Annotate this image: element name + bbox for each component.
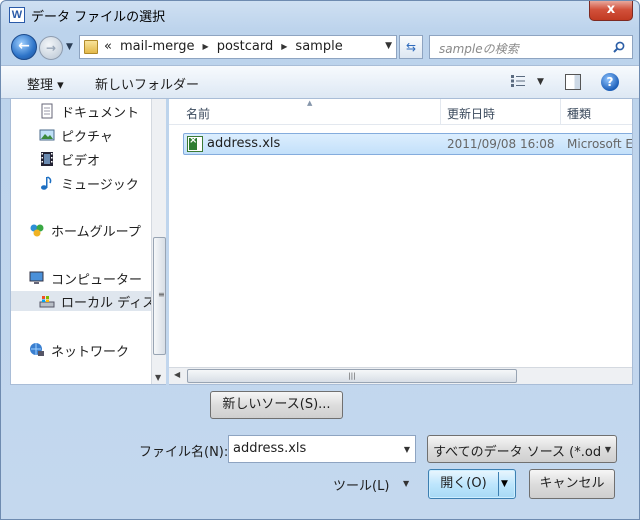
split-divider (498, 472, 499, 496)
recent-locations-dropdown[interactable]: ▼ (66, 42, 73, 52)
breadcrumb-item-postcard[interactable]: postcard (217, 39, 274, 54)
column-header-type[interactable]: 種類 (567, 105, 591, 122)
file-type: Microsoft Ex (567, 137, 633, 151)
sidebar-item-label: コンピューター (51, 272, 143, 288)
help-icon[interactable]: ? (601, 73, 619, 91)
sidebar-item-computer[interactable]: コンピューター (29, 268, 166, 288)
search-icon (613, 41, 625, 53)
music-icon (41, 176, 52, 190)
open-button-label: 開く(O) (440, 476, 487, 491)
local-disk-icon (39, 296, 55, 308)
network-icon (30, 343, 44, 356)
scrollbar-thumb[interactable]: ||| (187, 369, 517, 383)
file-name: address.xls (207, 136, 281, 151)
sidebar-item-label: ピクチャ (61, 129, 113, 145)
breadcrumb-item-mail-merge[interactable]: mail-merge (120, 39, 195, 54)
preview-pane-icon[interactable] (565, 74, 581, 90)
sidebar-item-pictures[interactable]: ピクチャ (39, 125, 166, 145)
document-icon (41, 103, 53, 119)
search-placeholder: sampleの検索 (439, 42, 519, 56)
sidebar-item-homegroup[interactable]: ホームグループ (29, 220, 166, 240)
folder-icon (84, 40, 98, 54)
address-dropdown-icon[interactable]: ▼ (385, 41, 392, 51)
sort-ascending-icon: ▲ (307, 99, 313, 107)
column-divider[interactable] (560, 99, 561, 125)
forward-button[interactable]: → (39, 36, 63, 60)
back-button[interactable]: ← (11, 34, 37, 60)
column-header-row: ▲ 名前 更新日時 種類 (169, 99, 632, 125)
picture-icon (39, 129, 55, 141)
sidebar-item-documents[interactable]: ドキュメント (39, 101, 166, 121)
tools-menu[interactable]: ツール(L) (333, 475, 389, 494)
word-app-icon: W (9, 7, 25, 23)
breadcrumb-item-sample[interactable]: sample (295, 39, 342, 54)
refresh-icon: ⇆ (405, 40, 417, 54)
filter-value: すべてのデータ ソース (*.odc (433, 445, 601, 460)
close-button[interactable]: x (589, 1, 633, 21)
column-divider[interactable] (440, 99, 441, 125)
view-options-dropdown-icon[interactable]: ▼ (537, 77, 544, 87)
sidebar-item-label: ドキュメント (61, 105, 140, 121)
filename-value: address.xls (233, 441, 307, 456)
scrollbar-thumb[interactable]: ≡ (153, 237, 166, 355)
filename-label: ファイル名(N): (139, 445, 229, 460)
breadcrumb-separator-icon[interactable]: ▶ (203, 42, 209, 51)
video-icon (41, 152, 53, 166)
organize-button[interactable]: 整理 ▾ (27, 74, 64, 93)
scroll-left-icon[interactable]: ◀ (174, 370, 180, 379)
horizontal-scrollbar[interactable]: ◀ ||| (169, 367, 632, 384)
open-button[interactable]: 開く(O) ▼ (428, 469, 516, 499)
sidebar-item-local-disk[interactable]: ローカル ディスク (11, 291, 166, 311)
file-list: ▲ 名前 更新日時 種類 address.xls 2011/09/08 16:0… (169, 99, 633, 385)
file-modified: 2011/09/08 16:08 (447, 137, 555, 151)
breadcrumb: « mail-merge ▶ postcard ▶ sample (104, 39, 343, 54)
sidebar-item-music[interactable]: ミュージック (39, 173, 166, 193)
column-header-modified[interactable]: 更新日時 (447, 105, 495, 122)
search-input[interactable]: sampleの検索 (429, 35, 633, 59)
command-bar: 整理 ▾ 新しいフォルダー ▼ ? (1, 65, 639, 99)
chevron-down-icon[interactable]: ▼ (404, 445, 410, 454)
sidebar-item-label: ミュージック (61, 177, 139, 193)
file-type-filter[interactable]: すべてのデータ ソース (*.odc ▼ (427, 435, 617, 463)
scroll-down-icon[interactable]: ▼ (155, 373, 161, 382)
navigation-scrollbar[interactable]: ≡ ▼ (151, 99, 166, 384)
navigation-pane: ドキュメント ピクチャ ビデオ ミュージック ホームグループ コンピューター ロ… (10, 99, 166, 385)
breadcrumb-overflow[interactable]: « (104, 39, 112, 54)
sidebar-item-videos[interactable]: ビデオ (39, 149, 166, 169)
breadcrumb-separator-icon[interactable]: ▶ (281, 42, 287, 51)
chevron-down-icon[interactable]: ▼ (605, 445, 611, 454)
new-folder-button[interactable]: 新しいフォルダー (95, 74, 199, 93)
file-row[interactable]: address.xls 2011/09/08 16:08 Microsoft E… (183, 133, 633, 155)
homegroup-icon (30, 224, 44, 237)
sidebar-item-network[interactable]: ネットワーク (29, 340, 166, 360)
refresh-button[interactable]: ⇆ (399, 35, 423, 59)
filename-field[interactable]: address.xls ▼ (228, 435, 416, 463)
new-source-button[interactable]: 新しいソース(S)... (210, 391, 343, 419)
cancel-button[interactable]: キャンセル (529, 469, 615, 499)
excel-file-icon (187, 135, 203, 152)
title-bar: W データ ファイルの選択 x (1, 1, 639, 29)
navigation-bar: ← → ▼ « mail-merge ▶ postcard ▶ sample ▼… (1, 31, 639, 63)
address-bar[interactable]: « mail-merge ▶ postcard ▶ sample ▼ (79, 35, 397, 59)
sidebar-item-label: ネットワーク (51, 344, 130, 360)
sidebar-item-label: ビデオ (61, 153, 101, 169)
computer-icon (29, 271, 44, 284)
view-options-icon[interactable] (511, 75, 525, 87)
tools-dropdown-icon[interactable]: ▼ (403, 479, 409, 488)
column-header-name[interactable]: 名前 (186, 105, 210, 122)
sidebar-item-label: ホームグループ (51, 224, 141, 240)
open-options-dropdown-icon[interactable]: ▼ (501, 470, 508, 498)
window-title: データ ファイルの選択 (31, 10, 166, 25)
file-open-dialog: W データ ファイルの選択 x ← → ▼ « mail-merge ▶ pos… (0, 0, 640, 520)
